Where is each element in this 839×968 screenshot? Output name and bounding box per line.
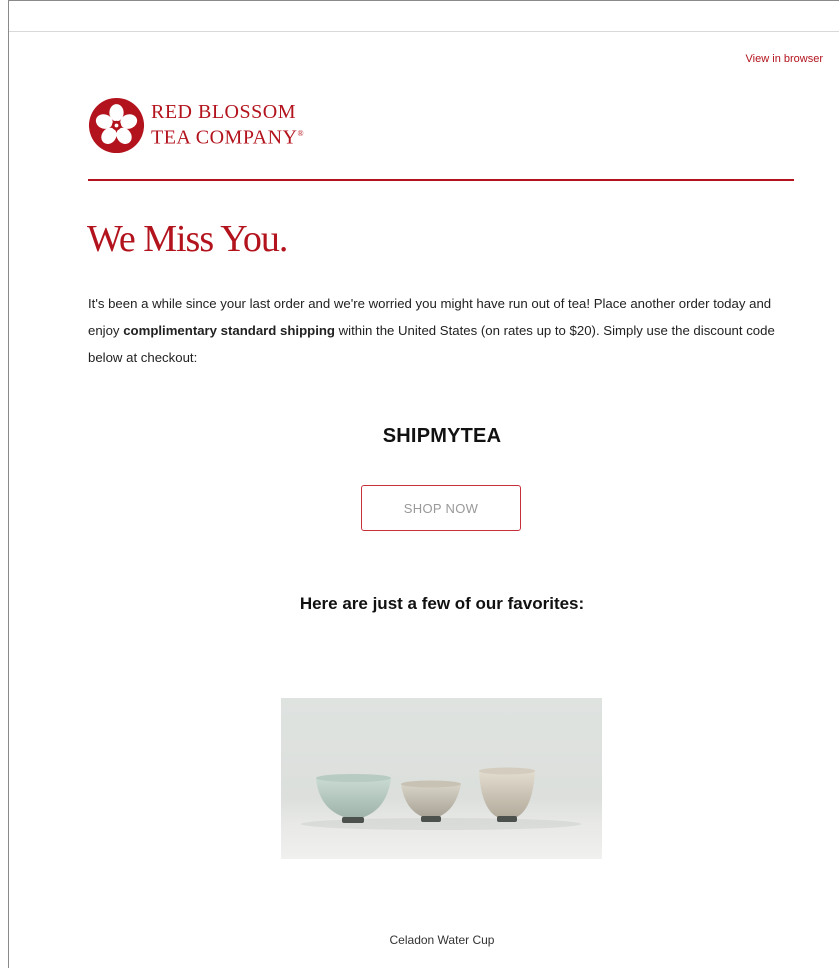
- logo-line-1: RED BLOSSOM: [151, 101, 296, 124]
- tea-cups-image[interactable]: [281, 698, 602, 859]
- headline: We Miss You.: [87, 218, 288, 260]
- blossom-logo-icon: [88, 97, 145, 153]
- intro-paragraph: It's been a while since your last order …: [88, 296, 775, 365]
- favorites-heading: Here are just a few of our favorites:: [299, 594, 585, 613]
- registered-mark: ®: [297, 129, 305, 139]
- logo-line-2: TEA COMPANY®: [151, 126, 305, 149]
- view-in-browser-link[interactable]: View in browser: [746, 53, 823, 65]
- logo-wordmark: RED BLOSSOM TEA COMPANY®: [151, 101, 304, 149]
- top-divider: [9, 31, 839, 32]
- product-name[interactable]: Celadon Water Cup: [0, 933, 839, 947]
- shipping-offer-highlight: complimentary standard shipping: [123, 323, 335, 338]
- shop-now-button[interactable]: SHOP NOW: [361, 485, 521, 531]
- discount-code: SHIPMYTEA: [382, 425, 502, 447]
- brand-logo[interactable]: RED BLOSSOM TEA COMPANY®: [88, 95, 304, 155]
- tea-cups-image-icon: [301, 767, 581, 830]
- header-divider: [88, 179, 794, 181]
